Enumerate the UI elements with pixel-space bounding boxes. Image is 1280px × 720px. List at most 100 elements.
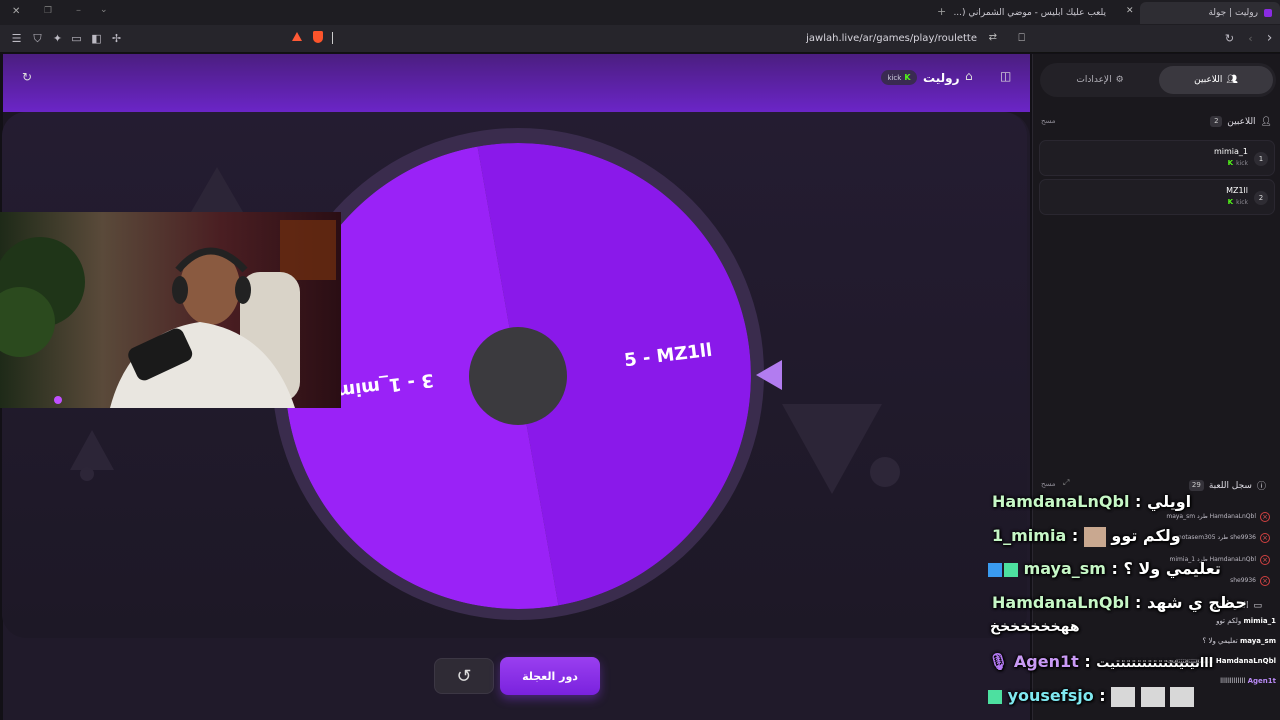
tab-close-icon[interactable]: ✕ — [1126, 6, 1134, 16]
decor-triangle — [782, 404, 882, 494]
menu-icon[interactable]: ☰ — [10, 32, 23, 45]
kick-out-icon: × — [1260, 576, 1270, 586]
badge-icon — [1004, 562, 1018, 577]
webcam-overlay — [0, 212, 341, 408]
clear-players-link[interactable]: مسح — [1041, 117, 1056, 125]
home-icon[interactable]: ⌂ — [965, 69, 973, 83]
chat-text: ولكم توو — [1111, 526, 1181, 545]
chat-text: اويلي — [1146, 492, 1192, 511]
chat-icon: ▭ — [1253, 601, 1262, 611]
wheel-pointer — [756, 360, 782, 390]
player-rank: 2 — [1254, 191, 1268, 205]
tab-inactive[interactable]: يلعب عليك ابليس - موضي الشمراني (... — [953, 3, 1112, 23]
chat-text: حظج ي شهد — [1146, 593, 1247, 612]
extensions-icon[interactable]: ✦ — [51, 32, 64, 45]
chat-user: Agen1t — [1013, 652, 1079, 671]
chat-user: maya_sm — [1023, 559, 1106, 578]
badge-icon — [988, 689, 1002, 704]
emote-icon — [1083, 526, 1106, 547]
player-row[interactable]: 2 MZ1ll Kkick — [1039, 179, 1275, 215]
tab-players-label: اللاعبين — [1194, 75, 1223, 85]
users-icon: 👥︎ — [1226, 75, 1238, 85]
player-name: mimia_1 — [1213, 147, 1248, 156]
log-section-title: ⓘ سجل اللعبة 29 — [1188, 479, 1266, 492]
users-icon: 👤︎ — [1260, 116, 1272, 127]
back-icon[interactable]: ‹ — [1244, 32, 1257, 45]
decor-triangle — [70, 430, 114, 470]
spin-wheel-button[interactable]: دور العجلة — [500, 657, 600, 695]
player-row[interactable]: 1 mimia_1 Kkick — [1039, 140, 1275, 176]
sidebar-tabs: 👥︎ اللاعبين ⚙︎ الإعدادات — [1040, 63, 1276, 97]
chat-text: ولكم توو — [1216, 617, 1242, 625]
clear-log-link[interactable]: مسح — [1041, 480, 1056, 488]
log-count-badge: 29 — [1188, 480, 1204, 491]
browser-tab-bar: ✕ ❐ – ⌄ يلعب عليك ابليس - موضي الشمراني … — [0, 0, 1280, 25]
players-count-badge: 2 — [1210, 116, 1223, 127]
chat-user: maya_sm — [1239, 637, 1276, 645]
kick-badge: kick K — [881, 70, 917, 85]
mic-icon: 🎙︎ — [988, 652, 1009, 671]
kick-out-icon: × — [1260, 533, 1270, 543]
players-section-title: 👤︎ اللاعبين 2 — [1210, 116, 1272, 127]
share-icon[interactable]: ⇄ — [989, 32, 997, 43]
chat-user: mimia_1 — [1243, 617, 1276, 625]
stream-chat-line: 🎙︎ Agen1t : اااتيتيتتتتتتتتتتتتيت — [988, 652, 1214, 671]
address-bar[interactable]: jawlah.live/ar/games/play/roulette ⇄ ⎕ — [285, 29, 1035, 49]
shield-icon[interactable]: ⛉ — [31, 32, 44, 45]
kick-logo-icon: K — [904, 73, 911, 82]
player-source: Kkick — [1228, 198, 1248, 206]
forward-icon[interactable]: › — [1263, 31, 1276, 45]
stream-chat-line: 1_mimia : ولكم توو — [992, 526, 1181, 547]
refresh-icon[interactable]: ↻ — [22, 70, 32, 84]
window-restore-icon[interactable]: ❐ — [44, 6, 52, 16]
emote-icon — [1170, 686, 1195, 707]
jawlah-icon — [1264, 9, 1272, 17]
reset-wheel-button[interactable]: ↺ — [434, 658, 494, 694]
kick-logo-icon: K — [1227, 159, 1234, 167]
stream-chat-line: ههخخخخخخخ — [990, 619, 1080, 635]
tab-settings-label: الإعدادات — [1076, 75, 1112, 85]
stream-chat-line: HamdanaLnQbl : اويلي — [992, 492, 1192, 511]
bookmark-icon[interactable]: ⎕ — [1018, 31, 1025, 45]
player-name: MZ1ll — [1226, 186, 1248, 195]
emote-icon — [1111, 686, 1136, 707]
chat-text: ههخخخخخخخ — [990, 619, 1080, 635]
chat-text: اااتيتيتتتتتتتتتتتتيت — [1096, 656, 1214, 671]
wallet-icon[interactable]: ▭ — [70, 32, 83, 45]
expand-icon[interactable]: ⤢ — [1063, 478, 1069, 488]
stream-chat-line: HamdanaLnQbl : حظج ي شهد — [992, 593, 1247, 612]
browser-toolbar: ☰ ⛉ ✦ ▭ ◧ ✢ jawlah.live/ar/games/play/ro… — [0, 25, 1280, 53]
window-close-icon[interactable]: ✕ — [12, 6, 20, 17]
decor-circle — [870, 457, 900, 487]
puzzle-icon[interactable]: ✢ — [110, 32, 123, 45]
chat-user: Agen1t — [1247, 677, 1276, 685]
wheel-hub — [469, 327, 567, 425]
tab-title: روليت | جولة — [1208, 8, 1258, 18]
tab-list-chevron-icon[interactable]: ⌄ — [100, 5, 108, 15]
new-tab-icon[interactable]: + — [937, 5, 946, 18]
chat-text: تعليمي ولا ؟ — [1123, 559, 1221, 578]
chat-text: تعليمي ولا ؟ — [1202, 637, 1238, 645]
window-minimize-icon[interactable]: – — [76, 5, 81, 16]
sidebar-chat-line: maya_sm تعليمي ولا ؟ — [1203, 637, 1276, 645]
stream-chat-line: yousefsjo : — [988, 686, 1195, 707]
tab-settings[interactable]: ⚙︎ الإعدادات — [1043, 66, 1157, 94]
chat-user: HamdanaLnQbl — [992, 593, 1130, 612]
chat-user: 1_mimia — [992, 526, 1067, 545]
reload-icon[interactable]: ↻ — [1223, 32, 1236, 45]
players-title: اللاعبين — [1227, 116, 1256, 127]
tab-players[interactable]: 👥︎ اللاعبين — [1159, 66, 1273, 94]
brave-shield-icon[interactable] — [313, 31, 323, 43]
log-title: سجل اللعبة — [1208, 480, 1252, 491]
rewards-icon[interactable] — [292, 32, 302, 41]
sidebar-icon[interactable]: ◧ — [90, 32, 103, 45]
webcam-feed — [0, 212, 341, 408]
player-rank: 1 — [1254, 152, 1268, 166]
collapse-sidebar-icon[interactable]: ◫ — [1000, 69, 1011, 83]
sidebar-chat-line: mimia_1 ولكم توو — [1216, 617, 1276, 625]
player-source-label: kick — [1236, 198, 1248, 206]
url-text: jawlah.live/ar/games/play/roulette — [806, 33, 977, 44]
chat-user: yousefsjo — [1007, 686, 1094, 705]
tab-active[interactable]: روليت | جولة — [1140, 2, 1280, 24]
log-entry-text: HamdanaLnQbl طرد maya_sm — [1166, 513, 1256, 520]
